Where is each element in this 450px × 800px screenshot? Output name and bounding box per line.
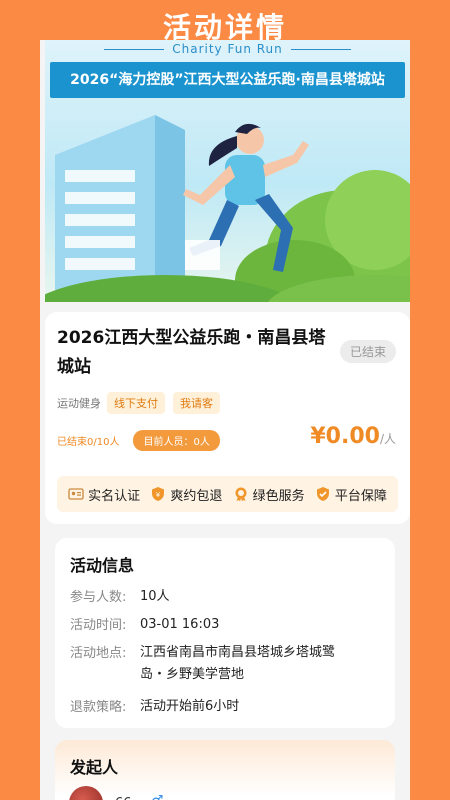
tag-treat: 我请客 xyxy=(173,392,220,414)
info-label: 活动地点: xyxy=(70,646,127,661)
shield-icon: ¥ xyxy=(152,487,165,501)
tag-payment: 线下支付 xyxy=(107,392,165,414)
guarantee-item-refund: ¥ 爽约包退 xyxy=(150,485,222,504)
info-value: 03-01 16:03 xyxy=(140,617,220,632)
organizer-section-title: 发起人 xyxy=(70,758,119,777)
price-value: ¥0.00 xyxy=(310,424,380,449)
price: ¥0.00/人 xyxy=(310,424,396,449)
guarantee-bar: 实名认证 ¥ 爽约包退 绿色服务 平台保障 xyxy=(57,476,398,512)
status-badge: 已结束 xyxy=(339,340,396,363)
info-row-location: 活动地点: 江西省南昌市南昌县塔城乡塔城鹭岛・乡野美学营地 xyxy=(70,642,360,686)
tags-row: 运动健身 线下支付 我请客 xyxy=(57,392,228,414)
banner-title: 2026“海力控股”江西大型公益乐跑·南昌县塔城站 xyxy=(50,62,405,98)
info-value: 活动开始前6小时 xyxy=(140,699,240,714)
event-summary-card: 2026江西大型公益乐跑・南昌县塔城站 已结束 运动健身 线下支付 我请客 已结… xyxy=(45,312,410,524)
info-value: 江西省南昌市南昌县塔城乡塔城鹭岛・乡野美学营地 xyxy=(140,645,336,682)
organizer-name: 66 xyxy=(115,796,132,800)
guarantee-label: 绿色服务 xyxy=(252,488,305,504)
category-label: 运动健身 xyxy=(57,397,101,410)
guarantee-item-green: 绿色服务 xyxy=(233,485,305,504)
check-shield-icon xyxy=(316,487,329,501)
guarantee-label: 爽约包退 xyxy=(170,488,223,504)
current-people-pill: 目前人员：0人 xyxy=(133,430,220,451)
info-section-title: 活动信息 xyxy=(70,556,135,575)
guarantee-item-platform: 平台保障 xyxy=(315,485,387,504)
info-value: 10人 xyxy=(140,589,170,604)
info-row-time: 活动时间: 03-01 16:03 xyxy=(70,614,219,636)
medal-icon xyxy=(235,487,247,502)
price-unit: /人 xyxy=(379,432,396,446)
enroll-status: 已结束0/10人 xyxy=(57,437,120,448)
id-card-icon xyxy=(68,488,84,500)
stats-row: 已结束0/10人 目前人员：0人 xyxy=(57,430,220,451)
event-banner: Charity Fun Run 2026“海力控股”江西大型公益乐跑·南昌县塔城… xyxy=(45,40,410,302)
info-row-participants: 参与人数: 10人 xyxy=(70,586,170,608)
male-icon: ♂ xyxy=(151,793,164,800)
runner-illustration xyxy=(45,115,410,302)
svg-text:¥: ¥ xyxy=(156,491,161,499)
guarantee-item-id: 实名认证 xyxy=(68,485,140,504)
avatar[interactable] xyxy=(69,786,103,800)
phone-screen: Charity Fun Run 2026“海力控股”江西大型公益乐跑·南昌县塔城… xyxy=(40,40,410,800)
banner-subtitle: Charity Fun Run xyxy=(45,42,410,56)
info-label: 退款策略: xyxy=(70,700,127,715)
organizer-card[interactable]: 发起人 66 ♂ xyxy=(55,740,395,800)
info-label: 参与人数: xyxy=(70,590,127,605)
event-info-card: 活动信息 参与人数: 10人 活动时间: 03-01 16:03 活动地点: 江… xyxy=(55,538,395,728)
guarantee-label: 实名认证 xyxy=(88,488,141,504)
info-label: 活动时间: xyxy=(70,618,127,633)
guarantee-label: 平台保障 xyxy=(334,488,387,504)
info-row-refund: 退款策略: 活动开始前6小时 xyxy=(70,696,239,718)
event-title: 2026江西大型公益乐跑・南昌县塔城站 xyxy=(57,328,326,377)
